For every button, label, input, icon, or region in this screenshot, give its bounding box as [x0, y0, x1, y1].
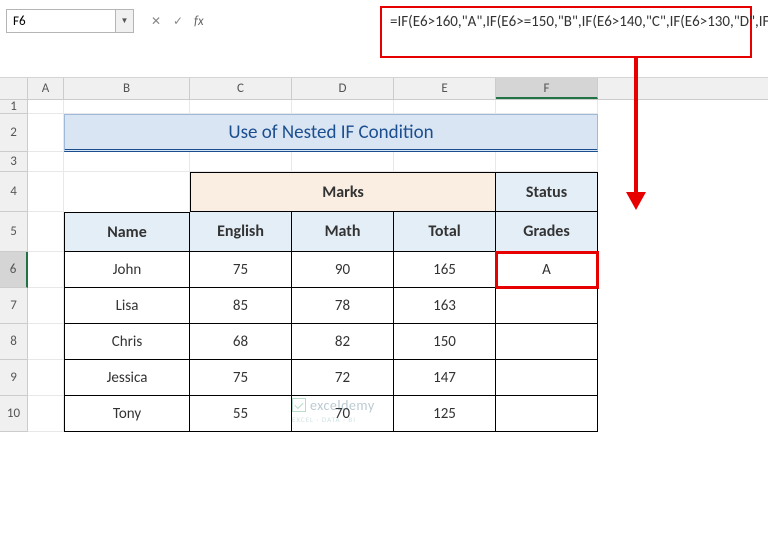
cell-total[interactable]: 165	[394, 252, 496, 288]
cancel-icon[interactable]: ✕	[146, 11, 166, 31]
header-math[interactable]: Math	[292, 212, 394, 252]
cell-total[interactable]: 125	[394, 396, 496, 432]
cell[interactable]	[292, 100, 394, 114]
row-header-7[interactable]: 7	[0, 288, 28, 324]
cell-english[interactable]: 55	[190, 396, 292, 432]
cell-name[interactable]: Tony	[64, 396, 190, 432]
row-header-10[interactable]: 10	[0, 396, 28, 432]
cell-english[interactable]: 85	[190, 288, 292, 324]
column-headers: A B C D E F	[0, 78, 768, 100]
cell-math[interactable]: 82	[292, 324, 394, 360]
cell-grade[interactable]	[496, 396, 598, 432]
cell-math[interactable]: 90	[292, 252, 394, 288]
spreadsheet-grid: A B C D E F 1 2 Use of Nested IF Conditi…	[0, 78, 768, 533]
row-header-8[interactable]: 8	[0, 324, 28, 360]
cell[interactable]	[64, 152, 190, 172]
formula-bar-area: F6 ▼ ✕ ✓ fx =IF(E6>160,"A",IF(E6>=150,"B…	[0, 0, 768, 78]
col-header-F[interactable]: F	[496, 78, 598, 99]
cell-total[interactable]: 163	[394, 288, 496, 324]
cell-english[interactable]: 75	[190, 252, 292, 288]
cell[interactable]	[28, 396, 64, 432]
cell-grade[interactable]	[496, 360, 598, 396]
cell[interactable]	[28, 212, 64, 252]
cell[interactable]	[28, 152, 64, 172]
header-total[interactable]: Total	[394, 212, 496, 252]
header-grades[interactable]: Grades	[496, 212, 598, 252]
header-marks[interactable]: Marks	[190, 172, 496, 212]
cell[interactable]	[496, 152, 598, 172]
cell[interactable]	[28, 114, 64, 152]
cell-total[interactable]: 147	[394, 360, 496, 396]
name-box[interactable]: F6	[6, 9, 116, 33]
row-header-2[interactable]: 2	[0, 114, 28, 152]
cell[interactable]	[190, 100, 292, 114]
cell[interactable]	[28, 252, 64, 288]
cell[interactable]	[28, 172, 64, 212]
name-box-dropdown[interactable]: ▼	[116, 9, 134, 33]
row-header-5[interactable]: 5	[0, 212, 28, 252]
header-status[interactable]: Status	[496, 172, 598, 212]
cell[interactable]	[190, 152, 292, 172]
row-header-9[interactable]: 9	[0, 360, 28, 396]
col-header-C[interactable]: C	[190, 78, 292, 99]
cell-name[interactable]: Chris	[64, 324, 190, 360]
cell[interactable]	[394, 152, 496, 172]
cell[interactable]	[28, 360, 64, 396]
cell[interactable]	[28, 324, 64, 360]
confirm-icon[interactable]: ✓	[168, 11, 188, 31]
title-cell[interactable]: Use of Nested IF Condition	[64, 114, 598, 152]
cell[interactable]	[64, 172, 190, 212]
cell-name[interactable]: Jessica	[64, 360, 190, 396]
cell[interactable]	[394, 100, 496, 114]
cell-name[interactable]: John	[64, 252, 190, 288]
cell[interactable]	[292, 152, 394, 172]
row-header-3[interactable]: 3	[0, 152, 28, 172]
cell-total[interactable]: 150	[394, 324, 496, 360]
cell-math[interactable]: 70	[292, 396, 394, 432]
col-header-E[interactable]: E	[394, 78, 496, 99]
col-header-A[interactable]: A	[28, 78, 64, 99]
cell[interactable]	[496, 100, 598, 114]
cell-math[interactable]: 72	[292, 360, 394, 396]
cell-grade[interactable]	[496, 288, 598, 324]
cell[interactable]	[28, 288, 64, 324]
cell-english[interactable]: 75	[190, 360, 292, 396]
cell-grade-selected[interactable]: A	[496, 252, 598, 288]
row-header-1[interactable]: 1	[0, 100, 28, 114]
cell-english[interactable]: 68	[190, 324, 292, 360]
header-english[interactable]: English	[190, 212, 292, 252]
col-header-B[interactable]: B	[64, 78, 190, 99]
formula-input[interactable]: =IF(E6>160,"A",IF(E6>=150,"B",IF(E6>140,…	[380, 6, 752, 58]
row-header-6[interactable]: 6	[0, 252, 28, 288]
cell[interactable]	[64, 100, 190, 114]
col-header-D[interactable]: D	[292, 78, 394, 99]
cell[interactable]	[28, 100, 64, 114]
row-header-4[interactable]: 4	[0, 172, 28, 212]
cell-grade[interactable]	[496, 324, 598, 360]
fx-icon[interactable]: fx	[194, 14, 204, 29]
select-all-corner[interactable]	[0, 78, 28, 99]
cell-math[interactable]: 78	[292, 288, 394, 324]
header-name[interactable]: Name	[64, 212, 190, 252]
cell-name[interactable]: Lisa	[64, 288, 190, 324]
